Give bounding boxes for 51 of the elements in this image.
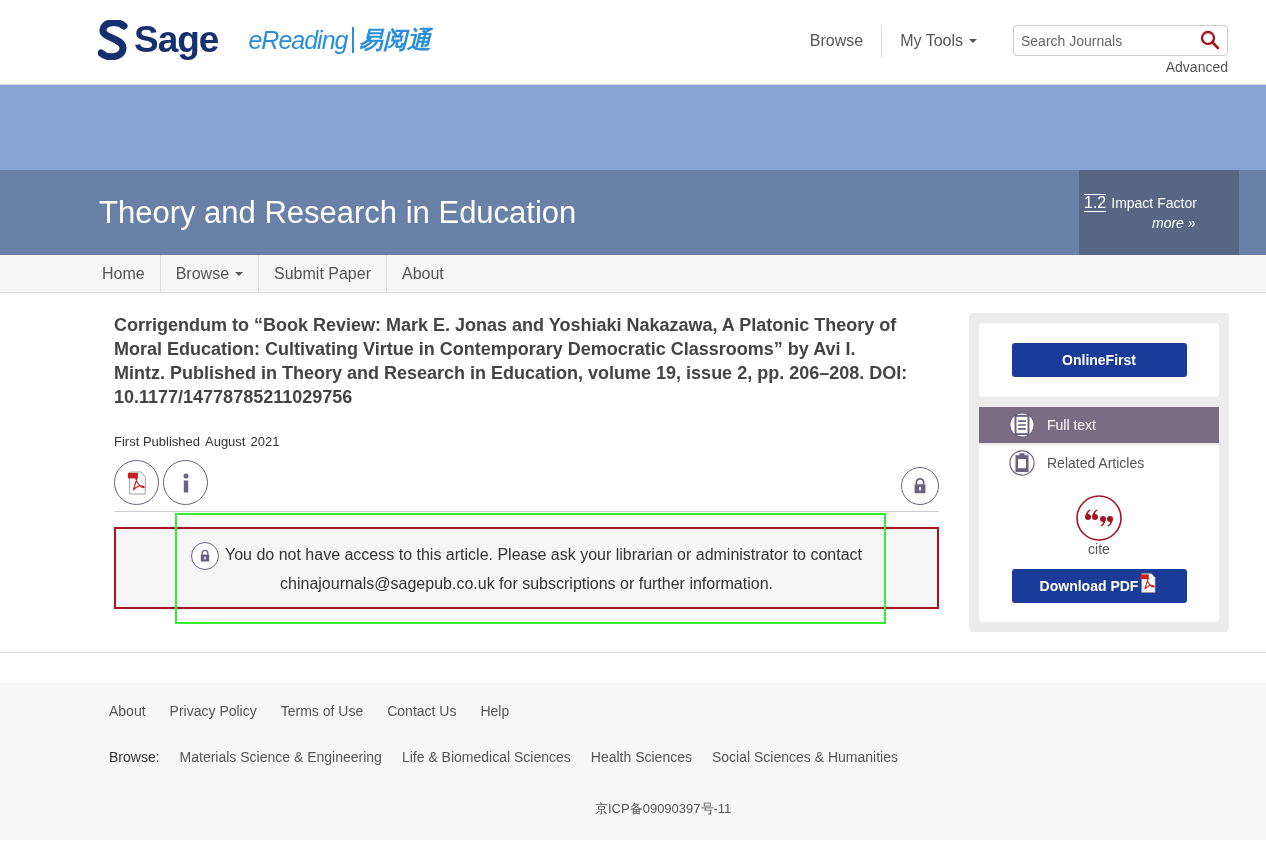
s-mark-icon <box>98 20 128 60</box>
download-pdf-button[interactable]: Download PDF <box>1011 569 1187 603</box>
footer-link[interactable]: Terms of Use <box>280 703 364 719</box>
footer-link[interactable]: About <box>109 703 146 719</box>
onlinefirst-button[interactable]: OnlineFirst <box>1011 343 1187 377</box>
footer-link[interactable]: Health Sciences <box>590 749 692 765</box>
access-message: You do not have access to this article. Please ask your librarian or administrator to contact chinajournals@sagepub.co.uk for subscriptions or further information. <box>224 546 863 592</box>
published-month: August <box>205 434 246 449</box>
published-year: 2021 <box>250 434 280 449</box>
icp-license-text: 京ICP备09090397号-11 <box>595 800 733 818</box>
document-icon <box>1009 412 1035 438</box>
pdf-file-icon <box>125 469 148 496</box>
pdf-button[interactable] <box>114 460 159 505</box>
clipboard-icon <box>1009 450 1035 476</box>
search-field[interactable]: Search Journals <box>1013 25 1228 56</box>
nav-tab[interactable]: Submit Paper <box>259 255 387 292</box>
lock-button[interactable] <box>901 467 939 505</box>
logo-text: eReading <box>248 25 348 55</box>
quote-marks-icon <box>1076 495 1122 541</box>
footer-link[interactable]: Materials Science & Engineering <box>179 749 382 765</box>
caret-icon <box>235 271 244 276</box>
partner-logo[interactable]: eReading 易阅通 <box>248 24 432 56</box>
article-title: Corrigendum to “Book Review: Mark E. Jonas and Yoshiaki Nakazawa, A Platonic Theory of Moral Education: Cultivating Virtue in Contemporary Democratic Classrooms” by Avi I. Mintz. Published in Theory and Research in Education, volume 19, issue 2, pp. 206–208. DOI: 10.1177/14778785211029756 <box>114 314 909 409</box>
nav-tab[interactable]: About <box>387 255 459 292</box>
more-link[interactable]: more » <box>1152 215 1239 231</box>
caret-icon <box>969 39 977 43</box>
footer-link[interactable]: Social Sciences & Humanities <box>711 749 898 765</box>
info-icon <box>182 472 189 493</box>
logo-text: Sage <box>134 19 219 61</box>
footer-link[interactable]: Help <box>480 703 510 719</box>
footer-link[interactable]: Life & Biomedical Sciences <box>401 749 571 765</box>
cite-button[interactable]: cite <box>1076 495 1122 557</box>
sage-logo[interactable]: Sage <box>98 19 219 61</box>
footer-link[interactable]: Privacy Policy <box>169 703 257 719</box>
journal-title: Theory and Research in Education <box>99 194 577 231</box>
published-label: First Published <box>114 434 200 449</box>
impact-label: Impact Factor <box>1111 195 1197 211</box>
search-icon <box>1200 30 1220 50</box>
sidebar-tab[interactable]: Full text <box>979 407 1219 443</box>
logo-text: 易阅通 <box>359 25 432 55</box>
nav-tab[interactable]: Home <box>87 255 161 292</box>
impact-value: 1.2 <box>1084 194 1107 212</box>
nav-tab[interactable]: Browse <box>160 255 260 292</box>
browse-label: Browse: <box>109 749 160 765</box>
nav-link[interactable]: Browse <box>791 25 882 58</box>
footer-link[interactable]: Contact Us <box>387 703 457 719</box>
sidebar-tab[interactable]: Related Articles <box>979 445 1219 481</box>
advanced-search-link[interactable]: Advanced <box>1165 59 1228 75</box>
pdf-file-icon <box>1138 572 1159 594</box>
nav-link[interactable]: My Tools <box>881 25 995 58</box>
info-button[interactable] <box>163 460 208 505</box>
